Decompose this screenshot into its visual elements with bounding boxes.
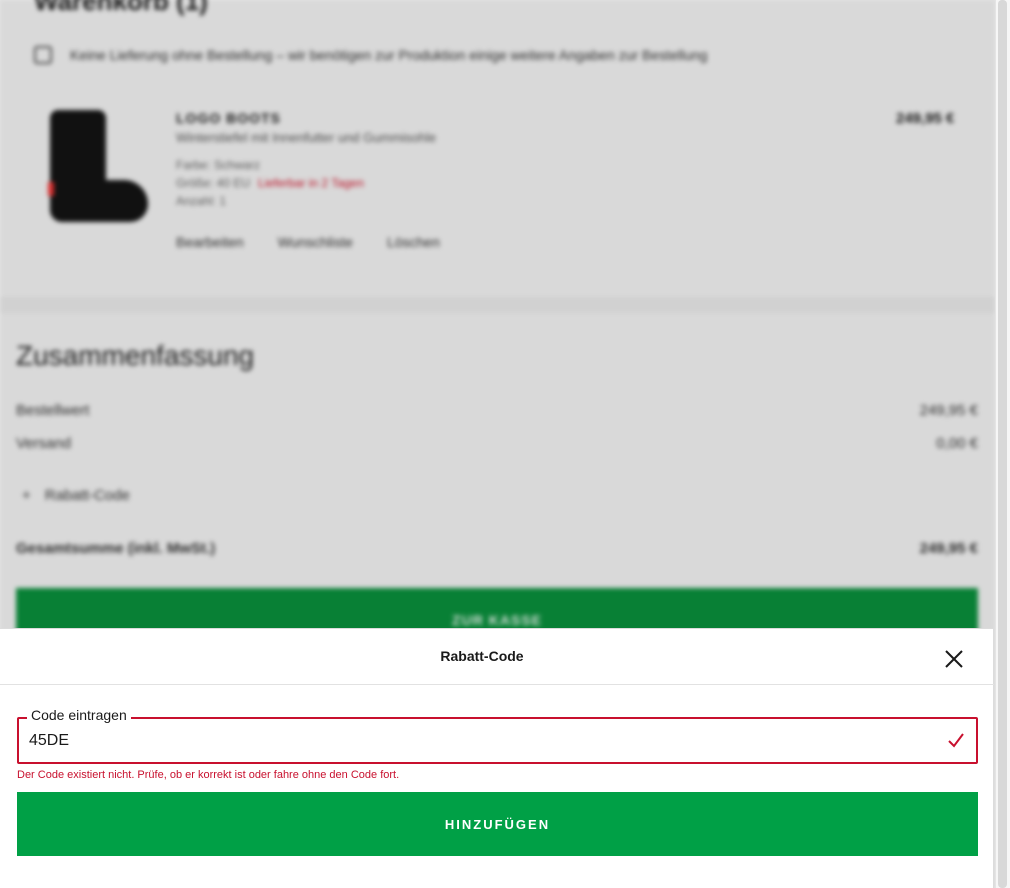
sheet-title: Rabatt-Code bbox=[440, 648, 524, 664]
promo-code-error: Der Code existiert nicht. Prüfe, ob er k… bbox=[17, 769, 400, 781]
close-button[interactable] bbox=[940, 645, 968, 673]
sheet-header: Rabatt-Code bbox=[0, 629, 994, 685]
close-icon bbox=[945, 650, 963, 668]
promo-code-input[interactable] bbox=[29, 729, 919, 753]
add-code-button[interactable]: HINZUFÜGEN bbox=[17, 792, 978, 856]
promo-code-sheet: Rabatt-Code Code eintragen Der Code exis… bbox=[0, 628, 994, 888]
promo-code-field-label: Code eintragen bbox=[27, 707, 131, 723]
checkmark-icon bbox=[948, 733, 964, 748]
scrollbar-thumb[interactable] bbox=[998, 0, 1007, 888]
promo-code-field[interactable]: Code eintragen bbox=[17, 707, 978, 764]
